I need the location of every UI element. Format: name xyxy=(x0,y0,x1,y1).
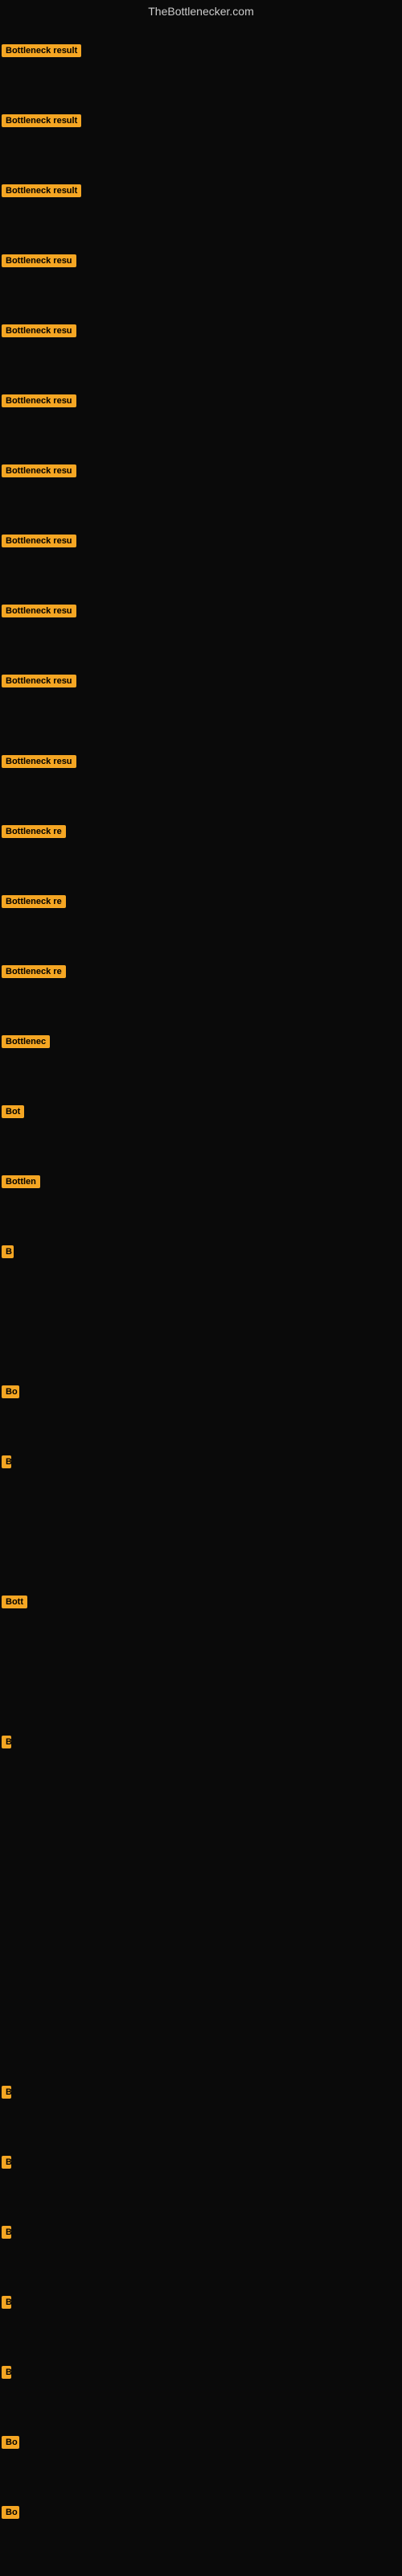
bottleneck-badge-row: Bottleneck resu xyxy=(2,605,76,621)
bottleneck-badge-row: Bottlenec xyxy=(2,1035,50,1052)
bottleneck-badge-row: Bo xyxy=(2,2436,19,2453)
bottleneck-badge-row: Bo xyxy=(2,1385,19,1402)
bottleneck-result-badge[interactable]: Bott xyxy=(2,1596,27,1608)
bottleneck-result-badge[interactable]: Bottleneck result xyxy=(2,184,81,197)
bottleneck-result-badge[interactable]: Bottleneck resu xyxy=(2,464,76,477)
bottleneck-badge-row: B xyxy=(2,1455,11,1472)
bottleneck-badge-row: B xyxy=(2,2086,11,2103)
bottleneck-result-badge[interactable]: B xyxy=(2,2156,11,2169)
bottleneck-badge-row: Bottleneck resu xyxy=(2,254,76,271)
bottleneck-result-badge[interactable]: Bottleneck resu xyxy=(2,535,76,547)
bottleneck-badge-row: Bottleneck result xyxy=(2,184,81,201)
bottleneck-badge-row: Bottlen xyxy=(2,1175,40,1192)
bottleneck-result-badge[interactable]: Bottlenec xyxy=(2,1035,50,1048)
bottleneck-badge-row: Bottleneck re xyxy=(2,965,66,982)
bottleneck-result-badge[interactable]: B xyxy=(2,1245,14,1258)
bottleneck-badge-row: B xyxy=(2,2296,11,2313)
bottleneck-badge-row: Bottleneck resu xyxy=(2,535,76,551)
bottleneck-result-badge[interactable]: Bottleneck re xyxy=(2,965,66,978)
bottleneck-badge-row: B xyxy=(2,2156,11,2173)
bottleneck-badge-row: Bottleneck resu xyxy=(2,324,76,341)
bottleneck-result-badge[interactable]: Bot xyxy=(2,1105,24,1118)
bottleneck-result-badge[interactable]: Bottleneck resu xyxy=(2,605,76,617)
bottleneck-result-badge[interactable]: B xyxy=(2,1455,11,1468)
bottleneck-result-badge[interactable]: Bottleneck result xyxy=(2,114,81,127)
bottleneck-result-badge[interactable]: Bo xyxy=(2,2436,19,2449)
bottleneck-badge-row: Bot xyxy=(2,1105,24,1122)
bottleneck-result-badge[interactable]: B xyxy=(2,2366,11,2379)
bottleneck-badge-row: Bottleneck resu xyxy=(2,394,76,411)
bottleneck-badge-row: B xyxy=(2,2366,11,2383)
bottleneck-result-badge[interactable]: Bottleneck re xyxy=(2,895,66,908)
bottleneck-badge-row: B xyxy=(2,1736,11,1752)
bottleneck-result-badge[interactable]: Bottleneck result xyxy=(2,44,81,57)
bottleneck-result-badge[interactable]: Bottleneck re xyxy=(2,825,66,838)
bottleneck-badge-row: Bottleneck result xyxy=(2,114,81,131)
bottleneck-badge-row: Bottleneck re xyxy=(2,895,66,912)
bottleneck-badge-row: B xyxy=(2,1245,14,1262)
bottleneck-badge-row: Bottleneck resu xyxy=(2,755,76,772)
bottleneck-badge-row: Bottleneck resu xyxy=(2,464,76,481)
bottleneck-result-badge[interactable]: Bottleneck resu xyxy=(2,675,76,687)
bottleneck-badge-row: B xyxy=(2,2226,11,2243)
bottleneck-badge-row: Bott xyxy=(2,1596,27,1612)
bottleneck-badge-row: Bottleneck result xyxy=(2,44,81,61)
site-title: TheBottlenecker.com xyxy=(0,0,402,23)
bottleneck-result-badge[interactable]: Bottleneck resu xyxy=(2,254,76,267)
bottleneck-result-badge[interactable]: B xyxy=(2,2086,11,2099)
bottleneck-badge-row: Bottleneck re xyxy=(2,825,66,842)
bottleneck-result-badge[interactable]: B xyxy=(2,2296,11,2309)
bottleneck-result-badge[interactable]: Bo xyxy=(2,2506,19,2519)
bottleneck-result-badge[interactable]: B xyxy=(2,2226,11,2239)
bottleneck-result-badge[interactable]: Bottleneck resu xyxy=(2,755,76,768)
bottleneck-result-badge[interactable]: Bottleneck resu xyxy=(2,324,76,337)
bottleneck-result-badge[interactable]: Bottlen xyxy=(2,1175,40,1188)
bottleneck-badge-row: Bottleneck resu xyxy=(2,675,76,691)
bottleneck-result-badge[interactable]: B xyxy=(2,1736,11,1748)
bottleneck-badge-row: Bo xyxy=(2,2506,19,2523)
bottleneck-result-badge[interactable]: Bottleneck resu xyxy=(2,394,76,407)
bottleneck-result-badge[interactable]: Bo xyxy=(2,1385,19,1398)
